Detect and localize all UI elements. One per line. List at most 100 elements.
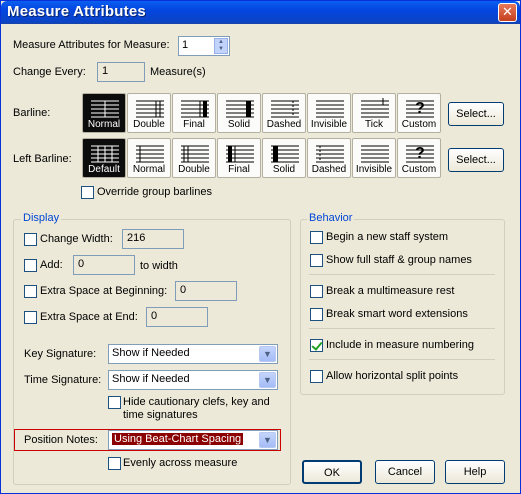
time-signature-label: Time Signature: [24,374,102,386]
add-input[interactable]: 0 [73,255,135,275]
barline-normal-button[interactable]: Normal [82,93,126,133]
help-button[interactable]: Help [445,460,505,484]
change-every-input[interactable]: 1 [97,62,145,82]
hide-cautionary-checkbox[interactable] [108,396,121,409]
measures-suffix: Measure(s) [150,66,206,78]
change-width-value: 216 [127,232,146,244]
barline-invisible-button[interactable]: Invisible [307,93,351,133]
cancel-button[interactable]: Cancel [375,460,435,484]
extra-space-beginning-input[interactable]: 0 [175,281,237,301]
show-full-staff-checkbox[interactable] [310,254,323,267]
barline-invisible-icon [316,100,344,118]
barline-double-caption: Double [133,119,165,130]
left-barline-final-icon [226,145,254,163]
barline-final-icon [181,100,209,118]
extra-space-beginning-checkbox[interactable] [24,285,37,298]
show-full-staff-label: Show full staff & group names [326,254,472,266]
barline-custom-button[interactable]: ? Custom [397,93,441,133]
break-smart-word-checkbox[interactable] [310,308,323,321]
svg-text:?: ? [415,145,425,162]
barline-tick-button[interactable]: Tick [352,93,396,133]
chevron-down-icon[interactable]: ▼ [259,432,276,448]
left-barline-label: Left Barline: [13,153,72,165]
include-numbering-checkbox[interactable] [310,339,323,352]
break-smart-word-label: Break smart word extensions [326,308,468,320]
add-checkbox[interactable] [24,259,37,272]
close-icon[interactable]: ✕ [498,3,517,22]
measure-attributes-dialog: Measure Attributes ✕ Measure Attributes … [0,0,521,494]
title-bar: Measure Attributes ✕ [1,1,520,24]
svg-text:?: ? [415,100,425,117]
barline-select-button[interactable]: Select... [448,102,504,126]
extra-space-end-value: 0 [151,310,158,322]
add-label: Add: [40,259,63,271]
barline-normal-caption: Normal [87,119,121,130]
barline-dashed-button[interactable]: Dashed [262,93,306,133]
allow-split-checkbox[interactable] [310,370,323,383]
left-barline-final-button[interactable]: Final [217,138,261,178]
barline-tick-icon [361,98,389,118]
left-barline-custom-caption: Custom [401,164,437,175]
left-barline-select-button[interactable]: Select... [448,148,504,172]
evenly-across-checkbox[interactable] [108,457,121,470]
override-group-barlines-checkbox[interactable] [81,186,94,199]
left-barline-dashed-caption: Dashed [311,164,347,175]
barline-dashed-caption: Dashed [266,119,302,130]
left-barline-invisible-button[interactable]: Invisible [352,138,396,178]
display-group-title: Display [21,212,62,224]
key-signature-label: Key Signature: [24,348,97,360]
left-barline-invisible-caption: Invisible [355,164,393,175]
barline-double-button[interactable]: Double [127,93,171,133]
left-barline-default-caption: Default [88,164,120,175]
barline-solid-icon [226,100,254,118]
left-barline-dashed-icon [316,145,344,163]
measure-number-stepper[interactable]: 1 ▲ ▼ [178,36,230,56]
time-signature-select[interactable]: Show if Needed ▼ [108,370,278,390]
position-notes-select[interactable]: Using Beat-Chart Spacing ▼ [108,430,278,450]
change-width-checkbox[interactable] [24,233,37,246]
barline-solid-button[interactable]: Solid [217,93,261,133]
hide-cautionary-label-line2: time signatures [123,409,198,421]
extra-space-beginning-label: Extra Space at Beginning: [40,285,168,297]
override-group-barlines-label: Override group barlines [97,186,212,198]
left-barline-normal-caption: Normal [132,164,166,175]
time-signature-value: Show if Needed [112,373,190,385]
change-width-input[interactable]: 216 [122,229,184,249]
left-barline-double-icon [181,145,209,163]
left-barline-double-caption: Double [178,164,210,175]
behavior-divider [309,328,495,329]
left-barline-solid-button[interactable]: Solid [262,138,306,178]
left-barline-normal-button[interactable]: Normal [127,138,171,178]
left-barline-solid-icon [271,145,299,163]
left-barline-final-caption: Final [228,164,250,175]
barline-options: Normal Double Final Solid Dashed Invisib… [82,93,441,133]
extra-space-end-input[interactable]: 0 [146,307,208,327]
begin-new-system-checkbox[interactable] [310,231,323,244]
key-signature-select[interactable]: Show if Needed ▼ [108,344,278,364]
barline-final-button[interactable]: Final [172,93,216,133]
change-every-value: 1 [102,65,109,77]
left-barline-options: Default Normal Double Final Solid Dashed… [82,138,441,178]
chevron-down-icon[interactable]: ▼ [259,346,276,362]
left-barline-default-button[interactable]: Default [82,138,126,178]
ok-button[interactable]: OK [302,460,362,484]
barline-final-caption: Final [183,119,205,130]
break-multimeasure-checkbox[interactable] [310,285,323,298]
left-barline-invisible-icon [361,145,389,163]
extra-space-beginning-value: 0 [180,284,187,296]
key-signature-value: Show if Needed [112,347,190,359]
change-every-label: Change Every: [13,66,86,78]
left-barline-double-button[interactable]: Double [172,138,216,178]
chevron-down-icon[interactable]: ▼ [259,372,276,388]
evenly-across-label: Evenly across measure [123,457,238,469]
left-barline-dashed-button[interactable]: Dashed [307,138,351,178]
left-barline-custom-button[interactable]: ? Custom [397,138,441,178]
barline-label: Barline: [13,107,51,119]
stepper-arrows-icon[interactable]: ▲ ▼ [214,38,228,54]
break-multimeasure-label: Break a multimeasure rest [326,285,455,297]
extra-space-end-checkbox[interactable] [24,311,37,324]
barline-dashed-icon [271,100,299,118]
extra-space-end-label: Extra Space at End: [40,311,138,323]
left-barline-custom-icon: ? [406,145,434,163]
position-notes-value: Using Beat-Chart Spacing [112,433,244,445]
